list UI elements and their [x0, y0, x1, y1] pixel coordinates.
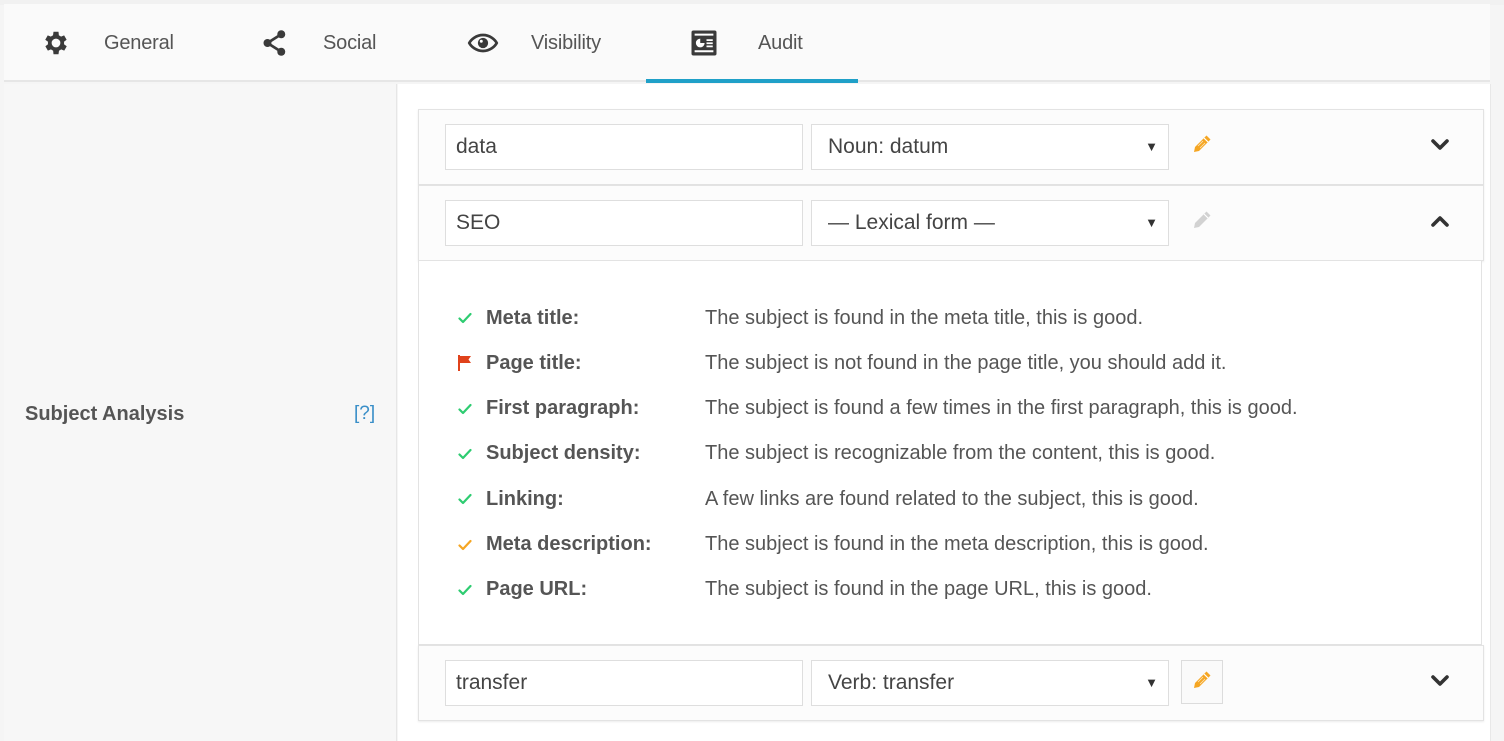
check-message: The subject is found in the meta descrip… [705, 533, 1209, 555]
analysis-check-row: Page URL: The subject is found in the pag… [455, 575, 1455, 605]
settings-tab-bar: General Social Visibility Audit [4, 4, 1490, 83]
check-message: The subject is found in the page URL, th… [705, 578, 1152, 601]
lexical-form-value: — Lexical form — [828, 211, 995, 234]
lexical-form-select[interactable]: — Lexical form — ▼ [811, 200, 1169, 246]
expand-toggle[interactable] [1425, 132, 1455, 162]
tab-visibility-label: Visibility [531, 31, 601, 54]
analysis-check-row: Meta description: The subject is found in… [455, 530, 1455, 560]
tab-audit[interactable]: Audit [646, 4, 858, 82]
pencil-icon [1190, 132, 1214, 161]
subject-word-input[interactable] [445, 660, 803, 706]
flag-icon [455, 353, 475, 373]
caret-down-icon: ▼ [1145, 675, 1158, 690]
edit-button-disabled[interactable] [1181, 200, 1223, 244]
analysis-check-row: First paragraph: The subject is found a f… [455, 394, 1455, 424]
subject-row: — Lexical form — ▼ [418, 185, 1484, 261]
tab-social-label: Social [323, 31, 377, 54]
check-icon [455, 399, 475, 419]
edit-button[interactable] [1181, 124, 1223, 168]
check-label: Page title: [486, 351, 582, 374]
caret-down-icon: ▼ [1145, 139, 1158, 154]
active-tab-indicator [646, 79, 858, 83]
help-link[interactable]: [?] [354, 403, 375, 425]
check-warning-icon [455, 535, 475, 555]
check-message: The subject is recognizable from the con… [705, 442, 1216, 465]
pencil-icon [1190, 668, 1214, 697]
subject-analysis-results: Meta title: The subject is found in the m… [418, 261, 1482, 645]
subject-word-input[interactable] [445, 200, 803, 246]
tab-audit-label: Audit [758, 31, 803, 54]
eye-icon [467, 27, 499, 59]
chevron-down-icon [1430, 138, 1450, 157]
check-message: A few links are found related to the sub… [705, 487, 1199, 510]
field-label-panel: Subject Analysis [?] [4, 84, 397, 741]
analysis-check-row: Subject density: The subject is recogniza… [455, 439, 1455, 469]
lexical-form-value: Noun: datum [828, 135, 949, 158]
gear-icon [40, 27, 72, 59]
check-label: First paragraph: [486, 397, 640, 420]
lexical-form-select[interactable]: Noun: datum ▼ [811, 124, 1169, 170]
tab-general-label: General [104, 31, 174, 54]
check-message: The subject is not found in the page tit… [705, 351, 1227, 374]
lexical-form-select[interactable]: Verb: transfer ▼ [811, 660, 1169, 706]
right-edge [1490, 84, 1504, 741]
collapse-toggle[interactable] [1425, 208, 1455, 238]
analysis-check-row: Linking: A few links are found related to… [455, 484, 1455, 514]
tab-social[interactable]: Social [259, 4, 376, 82]
pencil-icon [1190, 208, 1214, 237]
check-icon [455, 444, 475, 464]
tab-visibility[interactable]: Visibility [467, 4, 601, 82]
subject-row: Verb: transfer ▼ [418, 645, 1484, 721]
analysis-check-row: Meta title: The subject is found in the m… [455, 303, 1455, 333]
check-icon [455, 308, 475, 328]
check-label: Subject density: [486, 442, 641, 465]
check-label: Linking: [486, 487, 564, 510]
lexical-form-value: Verb: transfer [828, 671, 955, 694]
check-icon [455, 580, 475, 600]
subject-word-input[interactable] [445, 124, 803, 170]
check-message: The subject is found a few times in the … [705, 397, 1298, 420]
subject-row: Noun: datum ▼ [418, 109, 1484, 185]
analysis-check-row: Page title: The subject is not found in t… [455, 348, 1455, 378]
check-label: Page URL: [486, 578, 588, 601]
tab-general[interactable]: General [40, 4, 174, 82]
check-label: Meta description: [486, 533, 652, 555]
audit-report-icon [688, 27, 720, 59]
chevron-up-icon [1430, 214, 1450, 233]
subject-analysis-label: Subject Analysis [25, 403, 185, 425]
expand-toggle[interactable] [1425, 668, 1455, 698]
share-icon [259, 27, 291, 59]
check-icon [455, 489, 475, 509]
caret-down-icon: ▼ [1145, 215, 1158, 230]
chevron-down-icon [1430, 674, 1450, 693]
edit-button[interactable] [1181, 660, 1223, 704]
check-message: The subject is found in the meta title, … [705, 306, 1144, 329]
check-label: Meta title: [486, 306, 580, 329]
